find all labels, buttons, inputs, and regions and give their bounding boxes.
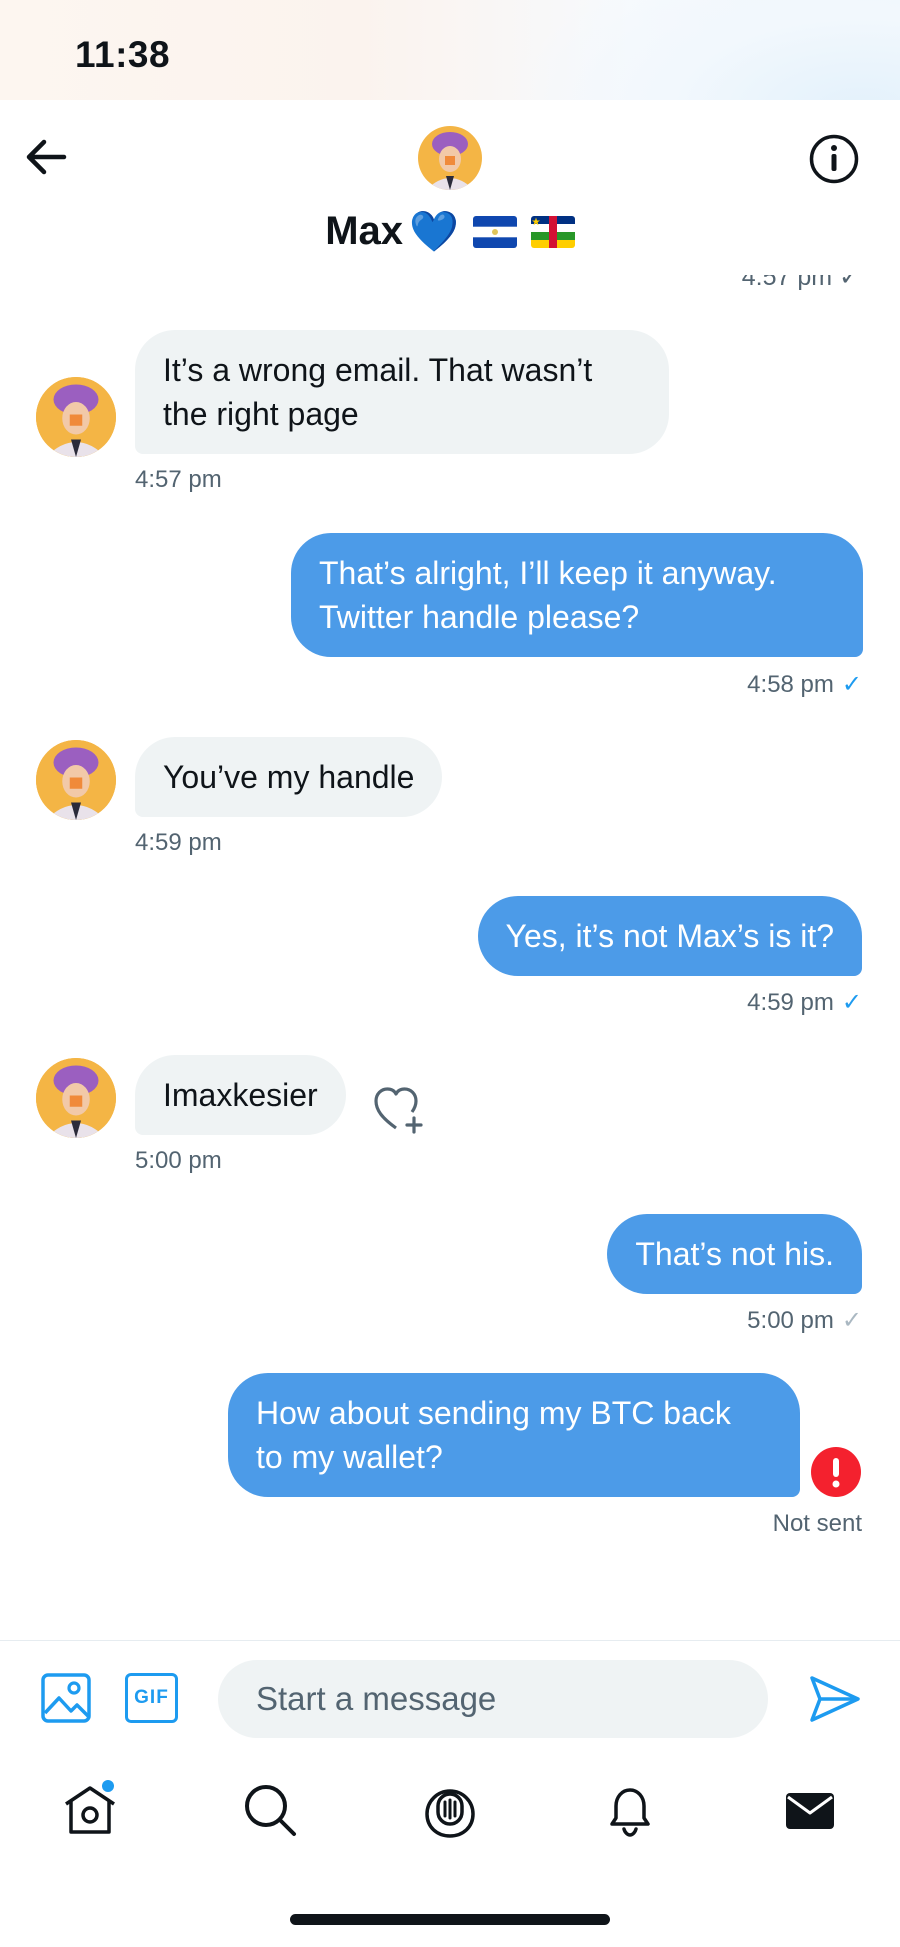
back-button[interactable]: [22, 132, 72, 182]
incoming-message-bubble[interactable]: You’ve my handle: [135, 737, 443, 817]
react-button[interactable]: [372, 1084, 428, 1136]
sender-avatar[interactable]: [36, 740, 116, 820]
conversation-info-button[interactable]: [808, 133, 860, 185]
home-icon: [65, 1780, 115, 1834]
read-check-icon: ✓: [841, 989, 862, 1016]
message-text: That’s not his.: [635, 1236, 834, 1272]
home-indicator: [290, 1914, 610, 1925]
message-text-line: Twitter handle please?: [319, 599, 640, 635]
image-icon: [41, 1673, 91, 1723]
incoming-message-bubble[interactable]: It’s a wrong email. That wasn’t the righ…: [135, 330, 669, 454]
message-timestamp-row: 5:00 pm ✓: [747, 1306, 862, 1335]
blue-heart-emoji: 💙: [409, 210, 459, 254]
message-timestamp: 4:59 pm: [135, 829, 222, 856]
avatar-image: [36, 1058, 116, 1138]
message-text-line: It’s a wrong email. That wasn’t: [163, 352, 593, 388]
read-check-icon: ✓: [841, 671, 862, 698]
error-alert-icon: [811, 1447, 861, 1497]
nav-spaces[interactable]: [420, 1780, 480, 1840]
search-icon: [245, 1785, 296, 1836]
nav-search[interactable]: [240, 1780, 300, 1840]
message-timestamp-row: 4:58 pm ✓: [747, 670, 862, 699]
message-text-line: to my wallet?: [256, 1439, 443, 1475]
heart-plus-icon: [374, 1087, 423, 1134]
conversation-title[interactable]: Max 💙: [0, 208, 900, 255]
message-timestamp: 5:00 pm: [135, 1147, 222, 1174]
spaces-icon: [425, 1789, 475, 1838]
info-icon: [809, 134, 859, 184]
nav-home[interactable]: [60, 1780, 120, 1840]
el-salvador-flag-icon: [472, 215, 517, 248]
outgoing-message-bubble[interactable]: Yes, it’s not Max’s is it?: [477, 896, 862, 976]
failed-message-bubble[interactable]: How about sending my BTC back to my wall…: [228, 1373, 800, 1497]
nav-notifications[interactable]: [600, 1780, 660, 1840]
composer-divider: [0, 1640, 900, 1641]
message-timestamp-row: 4:59 pm ✓: [747, 988, 862, 1017]
message-text: Yes, it’s not Max’s is it?: [505, 918, 834, 954]
central-african-republic-flag-icon: [530, 215, 575, 248]
message-text-line: How about sending my BTC back: [256, 1395, 731, 1431]
avatar-image: [418, 126, 482, 190]
add-gif-button[interactable]: GIF: [125, 1673, 178, 1723]
add-photo-button[interactable]: [40, 1672, 92, 1724]
outgoing-message-bubble[interactable]: That’s alright, I’ll keep it anyway. Twi…: [291, 533, 863, 657]
not-sent-label: Not sent: [772, 1510, 862, 1537]
contact-name: Max: [325, 209, 403, 253]
envelope-icon: [786, 1793, 834, 1829]
message-input-placeholder: Start a message: [256, 1680, 497, 1717]
status-time: 11:38: [75, 34, 171, 75]
message-text-line: the right page: [163, 396, 359, 432]
avatar-image: [36, 377, 116, 457]
retry-send-button[interactable]: [811, 1447, 861, 1497]
message-text-line: That’s alright, I’ll keep it anyway.: [319, 555, 777, 591]
message-timestamp: 4:57 pm: [135, 466, 222, 493]
send-button[interactable]: [808, 1672, 862, 1726]
message-input[interactable]: Start a message: [218, 1660, 768, 1738]
message-text: Imaxkesier: [163, 1077, 318, 1113]
sent-check-icon: ✓: [841, 1307, 862, 1334]
new-tweets-dot: [102, 1780, 114, 1792]
nav-messages[interactable]: [780, 1780, 840, 1840]
bell-icon: [610, 1788, 650, 1837]
message-text: You’ve my handle: [163, 759, 415, 795]
message-timestamp: 4:59 pm: [747, 989, 834, 1016]
message-timestamp: 4:58 pm: [747, 671, 834, 698]
back-arrow-icon: [26, 139, 67, 175]
incoming-message-bubble[interactable]: Imaxkesier: [135, 1055, 346, 1135]
gif-label: GIF: [134, 1687, 169, 1708]
outgoing-message-bubble[interactable]: That’s not his.: [607, 1214, 862, 1294]
sender-avatar[interactable]: [36, 377, 116, 457]
sender-avatar[interactable]: [36, 1058, 116, 1138]
message-timestamp: 5:00 pm: [747, 1307, 834, 1334]
send-icon: [810, 1676, 860, 1722]
header-avatar[interactable]: [418, 126, 482, 190]
avatar-image: [36, 740, 116, 820]
